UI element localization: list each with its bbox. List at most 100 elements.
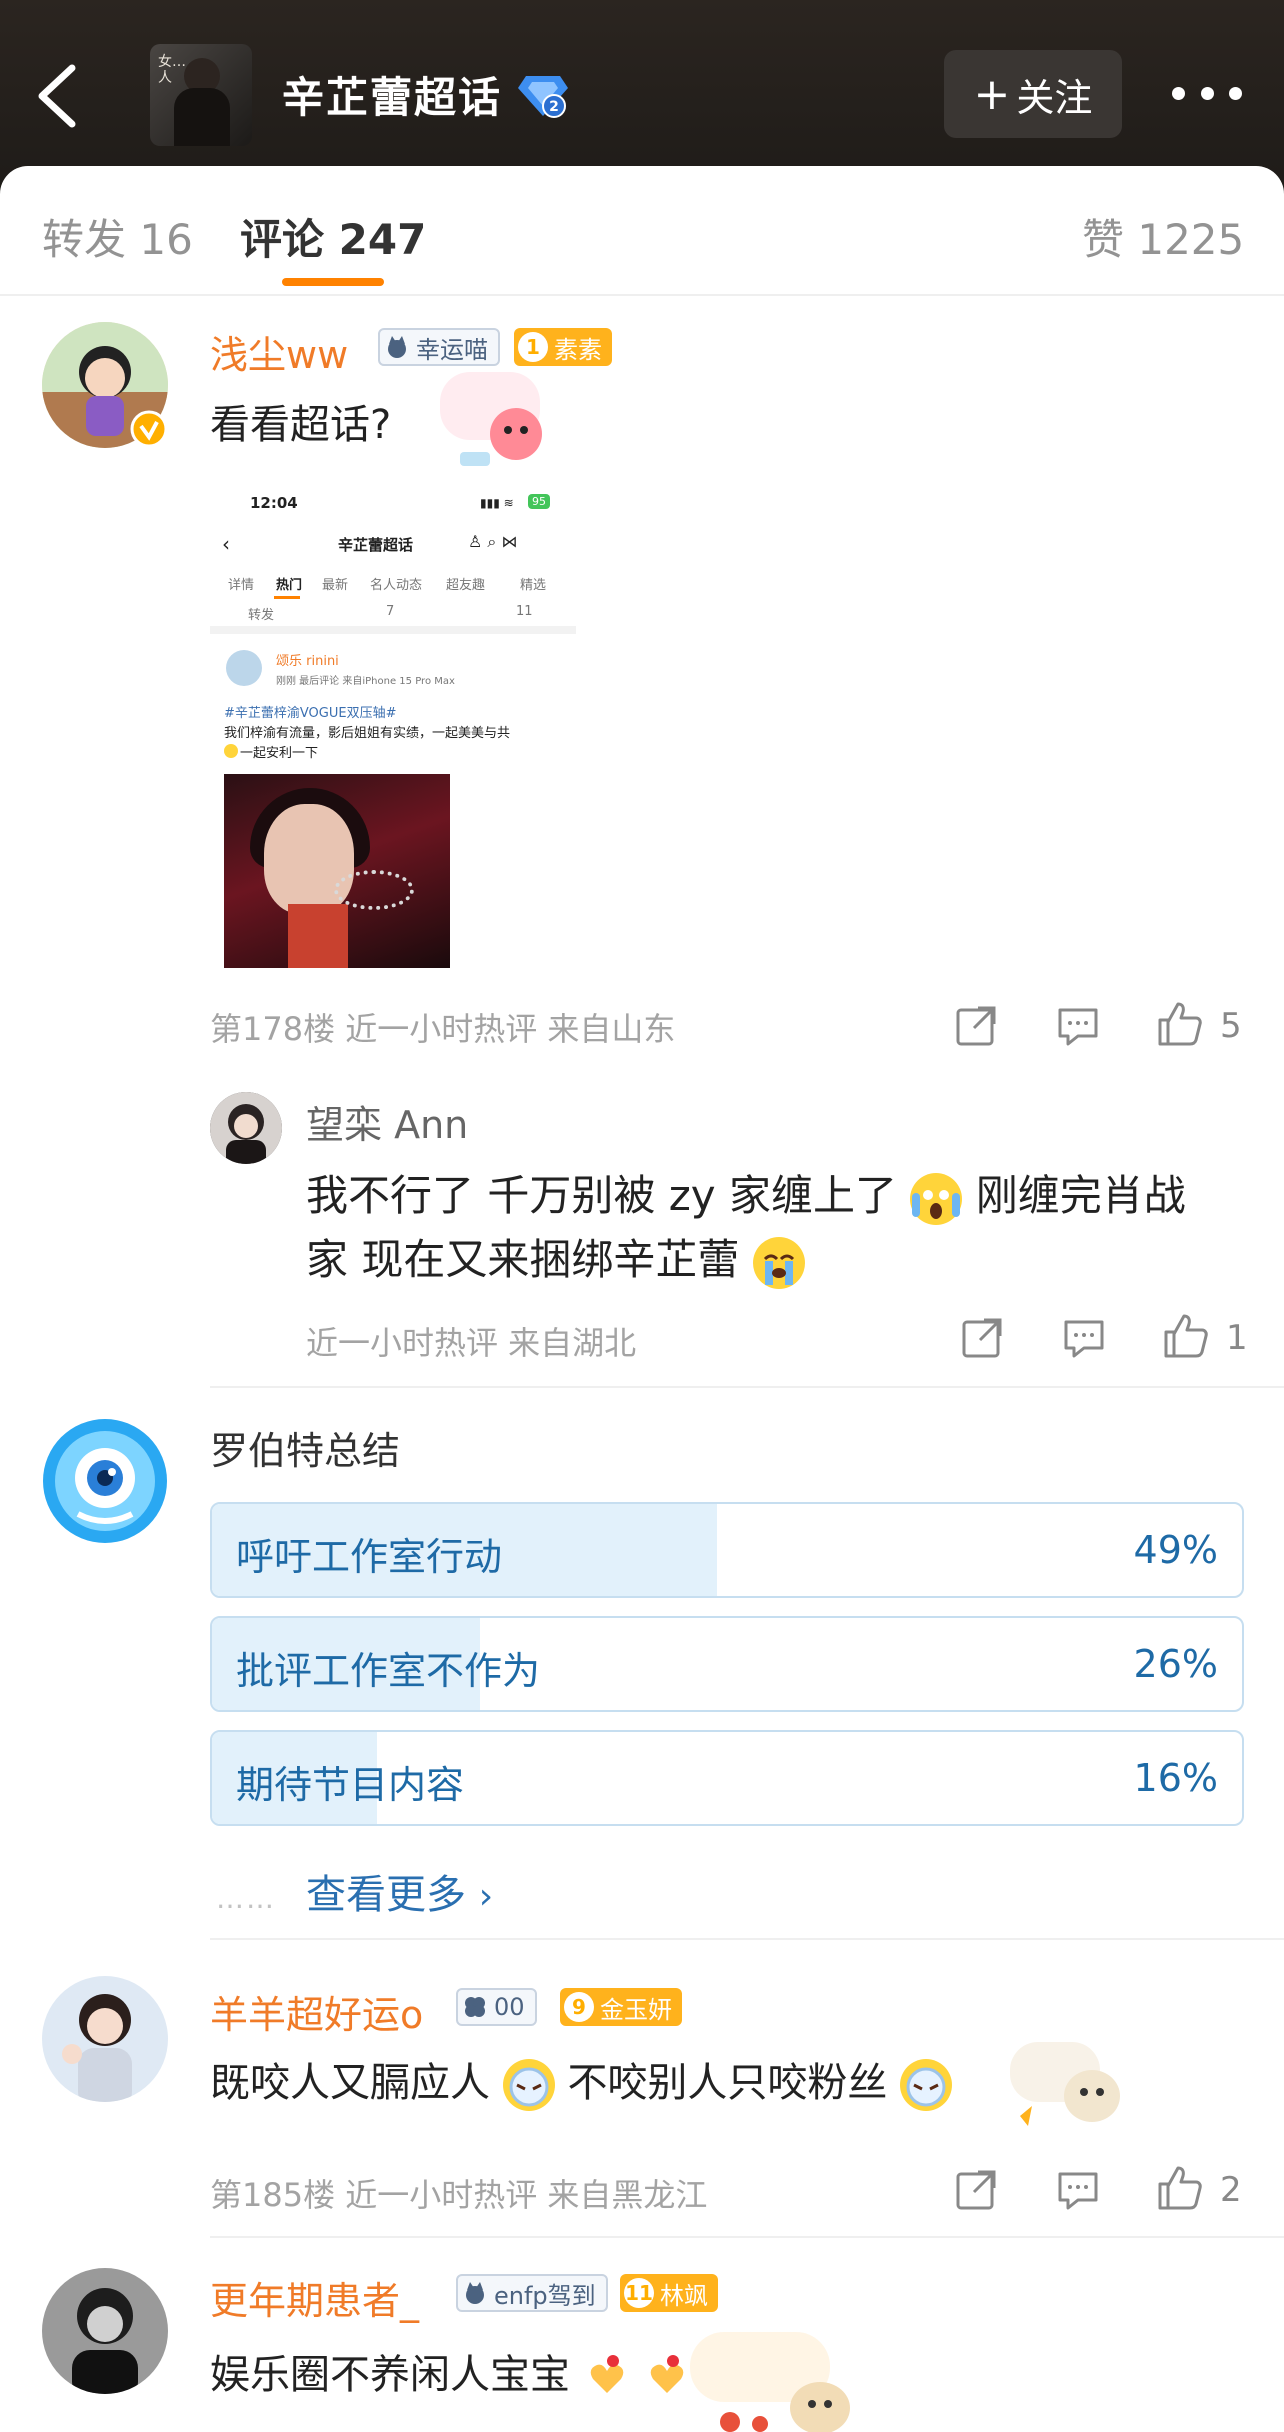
screenshot-title: 辛芷蕾超话 (338, 536, 414, 554)
username[interactable]: 羊羊超好运o (210, 1984, 423, 2039)
username[interactable]: 更年期患者_ (210, 2270, 419, 2325)
reply-text-part: 家 现在又来捆绑辛芷蕾 (306, 1235, 740, 1284)
screenshot-poster: 颂乐 rinini (276, 654, 339, 669)
signal-icon: ▮▮▮ ≋ (480, 496, 514, 510)
active-tab-indicator (282, 278, 384, 286)
heart-hands-emoji-icon (643, 2353, 691, 2401)
comment-text: 既咬人又膈应人 不咬别人只咬粉丝 (210, 2050, 953, 2111)
plus-icon: + (973, 68, 1011, 120)
share-icon[interactable] (954, 1004, 998, 1048)
fan-badge[interactable]: 幸运喵 (378, 328, 500, 366)
supertopic-level-badge[interactable]: 1 素素 (514, 328, 612, 366)
comment-icon[interactable] (1062, 1316, 1106, 1360)
dizzy-emoji-icon (900, 2059, 953, 2111)
see-more-label: 查看更多 (306, 1872, 466, 1918)
dizzy-emoji-icon (502, 2059, 555, 2111)
battery-icon: 95 (528, 494, 550, 509)
screenshot-tab: 详情 (228, 578, 255, 593)
reply-text-line1: 我不行了 千万别被 zy 家缠上了 刚缠完肖战 (306, 1162, 1186, 1225)
supertopic-level-badge[interactable]: 11 林飒 (620, 2274, 718, 2312)
screenshot-tab: 热门 (276, 578, 303, 593)
fan-badge[interactable]: 00 (456, 1988, 537, 2026)
chevron-right-icon: › (478, 1876, 494, 1917)
like-icon[interactable] (1156, 1000, 1204, 1048)
like-count: 5 (1220, 1006, 1242, 1046)
back-button[interactable] (28, 60, 88, 130)
reply-text-part: 我不行了 千万别被 zy 家缠上了 (306, 1171, 897, 1220)
tab-likes[interactable]: 赞 1225 (1082, 206, 1244, 267)
screenshot-text: 我们梓渝有流量，影后姐姐有实绩，一起美美与共 (224, 726, 511, 741)
follow-button[interactable]: + 关注 (944, 50, 1122, 138)
screenshot-text: 一起安利一下 (240, 746, 319, 761)
avatar[interactable] (42, 1976, 168, 2102)
avatar-caption: 女…人 (158, 54, 186, 86)
screenshot-tab: 超友趣 (446, 578, 486, 593)
screenshot-action: 7 (386, 604, 395, 619)
supertopic-avatar[interactable]: 女…人 (150, 44, 252, 146)
comment-text-part: 娱乐圈不养闲人宝宝 (210, 2352, 570, 2398)
chevron-left-icon (38, 64, 76, 128)
see-more-link[interactable]: 查看更多 › (306, 1862, 493, 1920)
page-title[interactable]: 辛芷蕾超话 (282, 64, 502, 125)
screaming-emoji-icon (910, 1172, 963, 1225)
reply-meta: 近一小时热评 来自湖北 (306, 1324, 637, 1362)
poll-option-label: 呼吁工作室行动 (236, 1535, 503, 1579)
clover-icon (462, 1994, 488, 2020)
cat-icon (462, 2280, 488, 2306)
robot-avatar[interactable] (42, 1418, 168, 1544)
screenshot-tab-indicator (274, 596, 300, 599)
more-dot-icon (1200, 86, 1214, 100)
level-badge-label: 素素 (554, 335, 602, 364)
reply-username[interactable]: 望栾 Ann (306, 1094, 468, 1149)
screenshot-action: 转发 (248, 608, 275, 623)
screenshot-action: 11 (516, 604, 533, 619)
tab-reposts[interactable]: 转发 16 (42, 206, 193, 267)
bear-sticker-icon (690, 2332, 850, 2432)
share-icon[interactable] (954, 2168, 998, 2212)
verified-badge-icon (130, 410, 168, 448)
diamond-level-icon: 2 (518, 76, 568, 118)
poll-option[interactable]: 批评工作室不作为 26% (210, 1616, 1244, 1712)
fan-badge-label: 00 (494, 1993, 525, 2021)
level-badge-label: 林飒 (660, 2281, 708, 2310)
comment-text: 娱乐圈不养闲人宝宝 (210, 2342, 691, 2401)
fan-badge[interactable]: enfp驾到 (456, 2274, 608, 2312)
comment-meta: 第185楼 近一小时热评 来自黑龙江 (210, 2176, 708, 2214)
more-options-button[interactable] (1172, 78, 1242, 108)
comment-meta: 第178楼 近一小时热评 来自山东 (210, 1010, 676, 1048)
crying-emoji-icon (752, 1236, 805, 1289)
comment-icon[interactable] (1056, 2168, 1100, 2212)
bunny-sticker-icon (1010, 2042, 1120, 2126)
screenshot-toolbar-icons: ♙ ⌕ ⋈ (468, 532, 518, 551)
poll-option[interactable]: 呼吁工作室行动 49% (210, 1502, 1244, 1598)
poll-option-label: 期待节目内容 (236, 1763, 465, 1807)
attached-image[interactable]: 12:04 ▮▮▮ ≋ 95 ‹ 辛芷蕾超话 ♙ ⌕ ⋈ 详情 热门 最新 名人… (210, 478, 576, 968)
share-icon[interactable] (960, 1316, 1004, 1360)
tab-comments[interactable]: 评论 247 (240, 206, 426, 267)
more-dot-icon (1229, 86, 1242, 100)
screenshot-back-icon: ‹ (222, 532, 230, 556)
poll-title: 罗伯特总结 (210, 1429, 401, 1473)
comment-icon[interactable] (1056, 1004, 1100, 1048)
poll-option-percent: 26% (1133, 1642, 1218, 1686)
username[interactable]: 浅尘ww (210, 324, 348, 379)
expand-dots: …… (216, 1882, 276, 1915)
like-icon[interactable] (1156, 2164, 1204, 2212)
svg-text:2: 2 (549, 99, 559, 115)
screenshot-hashtag: #辛芷蕾梓渝VOGUE双压轴# (224, 706, 397, 721)
screenshot-tab: 最新 (322, 578, 349, 593)
weibo-post-comments-page: 女…人 辛芷蕾超话 2 + 关注 转发 16 评论 247 赞 1225 浅尘w… (0, 0, 1284, 2432)
poll-option[interactable]: 期待节目内容 16% (210, 1730, 1244, 1826)
level-number: 1 (518, 332, 548, 362)
follow-label: 关注 (1016, 75, 1093, 120)
supertopic-level-badge[interactable]: 9 金玉妍 (560, 1988, 682, 2026)
divider (210, 2236, 1284, 2238)
screenshot-photo (224, 774, 450, 968)
comment-text-part: 既咬人又膈应人 (210, 2060, 490, 2106)
reply-text-line2: 家 现在又来捆绑辛芷蕾 (306, 1226, 805, 1289)
reply-avatar[interactable] (210, 1092, 282, 1164)
avatar[interactable] (42, 2268, 168, 2394)
like-icon[interactable] (1162, 1312, 1210, 1360)
heart-hands-emoji-icon (583, 2353, 631, 2401)
like-count: 2 (1220, 2170, 1242, 2210)
